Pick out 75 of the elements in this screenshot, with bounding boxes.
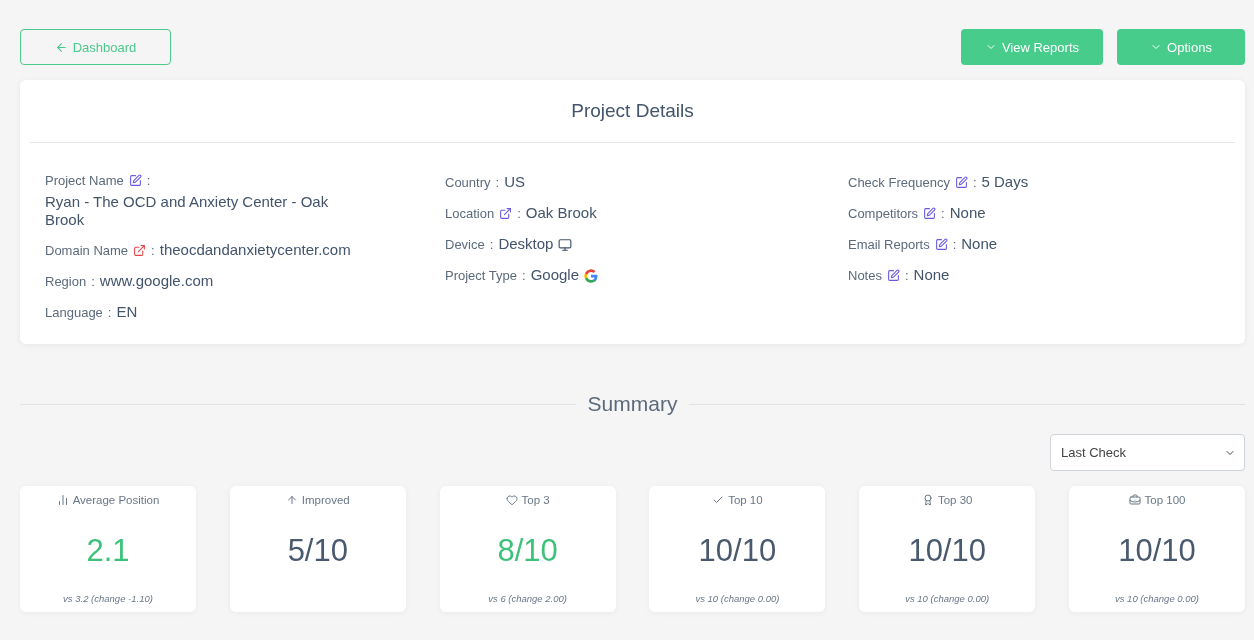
colon: :: [904, 268, 909, 283]
monitor-icon: [558, 237, 573, 252]
field-label: Project Name: [45, 173, 124, 188]
colon: :: [489, 237, 494, 252]
stat-comparison: vs 6 (change 2.00): [488, 593, 567, 604]
bar-chart-icon: [56, 494, 69, 506]
period-select[interactable]: Last Check: [1050, 434, 1245, 471]
edit-icon[interactable]: [934, 238, 948, 251]
stat-label: Top 30: [937, 494, 973, 506]
field-label: Domain Name: [45, 243, 129, 258]
stat-value: 8/10: [497, 533, 558, 569]
briefcase-icon: [1128, 494, 1141, 506]
colon: :: [517, 206, 521, 221]
field-value: Desktop: [498, 235, 554, 252]
stat-label: Top 100: [1144, 494, 1186, 506]
external-link-icon[interactable]: [499, 207, 513, 220]
edit-icon[interactable]: [923, 207, 937, 220]
field-label: Notes: [848, 268, 882, 283]
field-value: Ryan - The OCD and Anxiety Center - Oak Brook: [45, 193, 330, 229]
back-button[interactable]: Dashboard: [20, 29, 171, 65]
field-value: US: [504, 173, 525, 190]
colon: :: [952, 237, 957, 252]
colon: :: [972, 175, 977, 190]
field-label: Language: [45, 305, 103, 320]
arrow-up-icon: [285, 494, 298, 506]
menu-button[interactable]: View Reports: [960, 29, 1103, 65]
field-label: Project Type: [445, 268, 518, 283]
stat-comparison: vs 10 (change 0.00): [905, 593, 990, 604]
stat-comparison: vs 3.2 (change -1.10): [63, 593, 153, 604]
field-value: None: [961, 235, 998, 252]
field-value: theocdandanxietycenter.com: [159, 241, 351, 258]
menu-button[interactable]: Options: [1117, 29, 1245, 65]
section-title: Summary: [587, 392, 678, 416]
edit-icon[interactable]: [886, 269, 900, 282]
colon: :: [495, 175, 500, 190]
field-value: None: [949, 204, 986, 221]
field-value: None: [913, 266, 950, 283]
field-value: EN: [116, 303, 138, 320]
colon: :: [146, 173, 151, 188]
card-title: Project Details: [30, 80, 1235, 143]
stat-value: 10/10: [698, 533, 777, 569]
field-label: Device: [445, 237, 485, 252]
field-value: Oak Brook: [525, 204, 597, 221]
stat-value: 10/10: [1118, 533, 1196, 569]
check-icon: [712, 494, 725, 506]
field-label: Country: [445, 175, 491, 190]
field-label: Email Reports: [848, 237, 930, 252]
stat-label: Improved: [301, 494, 350, 506]
arrow-left-icon: [54, 40, 68, 54]
stat-value: 10/10: [908, 533, 986, 569]
field-label: Check Frequency: [848, 175, 950, 190]
field-label: Location: [445, 206, 495, 221]
stat-value: 5/10: [287, 533, 348, 569]
heart-icon: [505, 494, 518, 506]
field-label: Region: [45, 274, 87, 289]
stat-comparison: vs 10 (change 0.00): [695, 593, 780, 604]
stat-label: Average Position: [72, 494, 160, 506]
colon: :: [522, 268, 526, 283]
field-value: www.google.com: [99, 272, 214, 289]
google-icon: [584, 268, 599, 283]
stat-label: Top 3: [521, 494, 550, 506]
external-link-icon[interactable]: [133, 244, 147, 257]
edit-icon[interactable]: [128, 174, 142, 187]
colon: :: [91, 274, 95, 289]
field-value: 5 Days: [981, 173, 1029, 190]
colon: :: [107, 305, 112, 320]
field-value: Google: [530, 266, 580, 283]
colon: :: [151, 243, 155, 258]
award-icon: [921, 494, 934, 506]
field-label: Competitors: [848, 206, 919, 221]
stat-value: 2.1: [86, 533, 130, 569]
colon: :: [941, 206, 945, 221]
stat-comparison: vs 10 (change 0.00): [1115, 593, 1199, 604]
edit-icon[interactable]: [954, 176, 968, 189]
stat-label: Top 10: [728, 494, 763, 506]
